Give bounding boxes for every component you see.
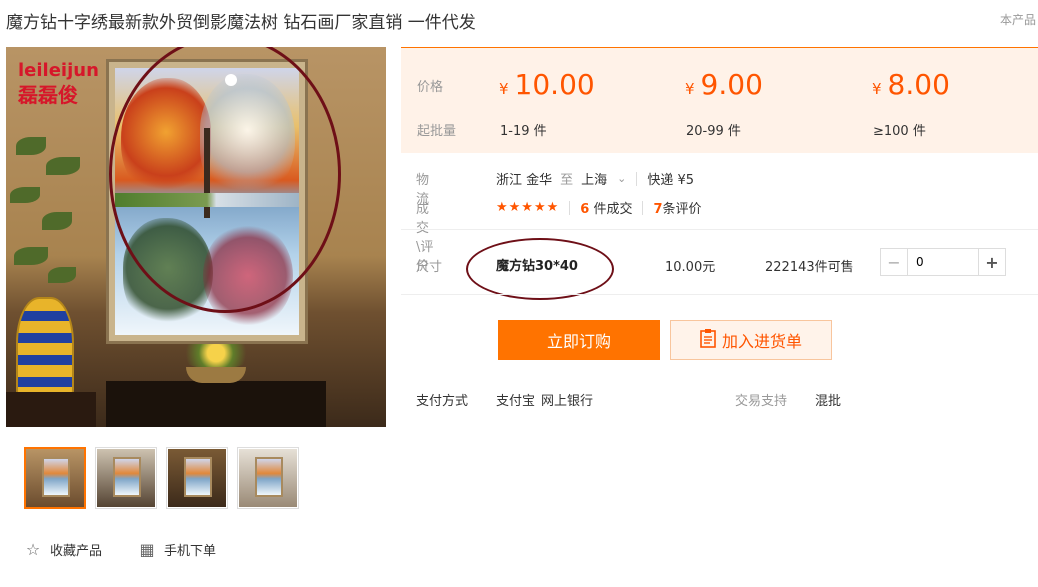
mobile-order-button[interactable]: ▦ 手机下单 bbox=[138, 540, 216, 559]
thumbnail-1[interactable] bbox=[24, 447, 86, 509]
payment-method-alipay: 支付宝 bbox=[496, 394, 536, 409]
price-label: 价格 bbox=[417, 80, 444, 95]
side-table bbox=[106, 381, 326, 427]
clipboard-icon bbox=[700, 328, 716, 353]
chevron-down-icon[interactable]: ⌄ bbox=[617, 172, 626, 185]
qr-code-icon: ▦ bbox=[139, 540, 155, 559]
annotation-circle bbox=[109, 47, 341, 313]
favorite-button[interactable]: ☆ 收藏产品 bbox=[24, 540, 102, 559]
product-main-image[interactable]: leileijun 磊磊俊 bbox=[6, 47, 386, 427]
price-tier-1: ¥10.00 bbox=[499, 68, 595, 101]
decrement-button[interactable]: − bbox=[881, 249, 908, 275]
quantity-input[interactable] bbox=[908, 249, 978, 275]
thumbnail-strip bbox=[24, 447, 299, 509]
payment-label: 支付方式 bbox=[416, 394, 469, 409]
payment-method-bank: 网上银行 bbox=[541, 394, 594, 409]
product-top-link[interactable]: 本产品 bbox=[1000, 11, 1036, 28]
thumbnail-4[interactable] bbox=[237, 447, 299, 509]
spec-label: 尺寸 bbox=[416, 260, 443, 275]
increment-button[interactable]: + bbox=[978, 249, 1005, 275]
review-count[interactable]: 7条评价 bbox=[653, 198, 701, 217]
price-tier-2: ¥9.00 bbox=[685, 68, 763, 101]
spec-price: 10.00元 bbox=[665, 260, 716, 275]
qty-range-1: 1-19 件 bbox=[500, 124, 547, 139]
add-to-cart-button[interactable]: 加入进货单 bbox=[670, 320, 832, 360]
quantity-stepper: − + bbox=[880, 248, 1006, 276]
product-title: 魔方钻十字绣最新款外贸倒影魔法树 钻石画厂家直销 一件代发 bbox=[6, 13, 476, 33]
min-qty-label: 起批量 bbox=[417, 124, 457, 139]
thumbnail-2[interactable] bbox=[95, 447, 157, 509]
spec-stock: 222143件可售 bbox=[765, 260, 854, 275]
trade-support-label: 交易支持 bbox=[735, 394, 788, 409]
rating-stars: ★★★★★ bbox=[496, 200, 560, 215]
price-tier-3: ¥8.00 bbox=[872, 68, 950, 101]
star-outline-icon: ☆ bbox=[25, 540, 41, 559]
deals-count[interactable]: 6 件成交 bbox=[580, 198, 632, 217]
bottom-actions: ☆ 收藏产品 ▦ 手机下单 bbox=[24, 540, 216, 559]
price-panel: 价格 起批量 ¥10.00 ¥9.00 ¥8.00 1-19 件 20-99 件… bbox=[401, 47, 1038, 153]
trade-support-value: 混批 bbox=[815, 394, 842, 409]
chair bbox=[6, 392, 96, 427]
annotation-circle-spec bbox=[466, 238, 614, 300]
qty-range-3: ≥100 件 bbox=[873, 124, 926, 139]
thumbnail-3[interactable] bbox=[166, 447, 228, 509]
shipping-fee: 快递 ¥5 bbox=[647, 173, 695, 188]
destination-select[interactable]: 上海 bbox=[581, 169, 607, 188]
buy-now-button[interactable]: 立即订购 bbox=[498, 320, 660, 360]
logistics-origin: 浙江 金华 bbox=[496, 173, 553, 188]
watermark: leileijun 磊磊俊 bbox=[18, 60, 99, 107]
qty-range-2: 20-99 件 bbox=[686, 124, 741, 139]
